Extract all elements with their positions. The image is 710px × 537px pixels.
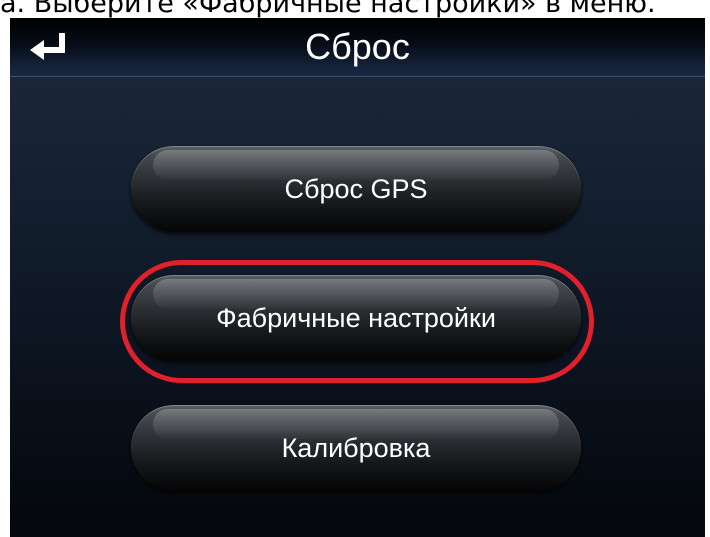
gps-reset-label: Сброс GPS (284, 174, 428, 204)
title-bar: Сброс (10, 18, 705, 76)
factory-settings-label: Фабричные настройки (216, 303, 496, 333)
calibration-button[interactable]: Калибровка (131, 405, 581, 491)
return-arrow-icon (30, 33, 65, 60)
gps-reset-button[interactable]: Сброс GPS (131, 146, 581, 232)
menu-area: Сброс GPS Фабричные настройки Калибровка (10, 77, 705, 537)
device-screen: Сброс Сброс GPS Фабричные настройки Кали… (10, 18, 705, 537)
back-button[interactable] (22, 28, 78, 68)
factory-settings-button[interactable]: Фабричные настройки (131, 275, 581, 361)
calibration-label: Калибровка (281, 433, 431, 463)
page-title: Сброс (305, 26, 410, 67)
